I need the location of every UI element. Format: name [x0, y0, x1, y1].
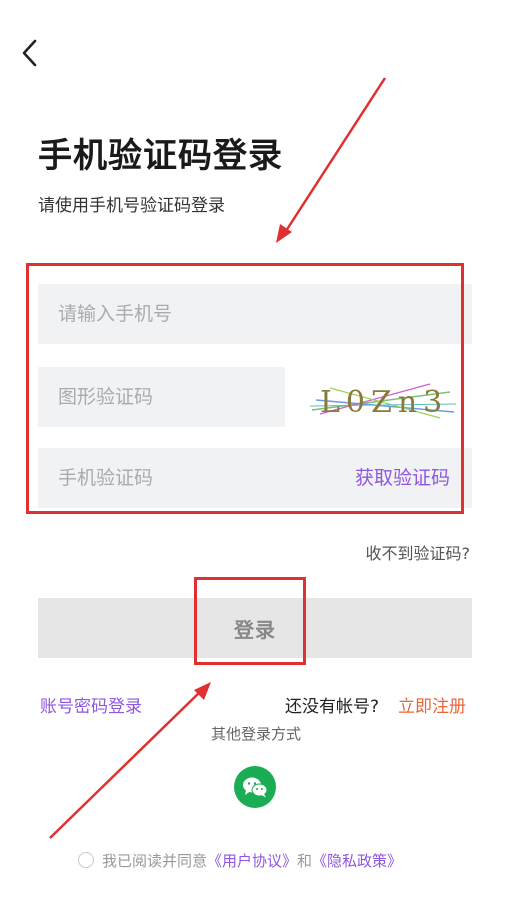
agreement-and-text: 和: [297, 851, 313, 870]
privacy-policy-link[interactable]: 《隐私政策》: [312, 850, 402, 871]
no-account-text: 还没有帐号?: [285, 697, 380, 717]
register-link[interactable]: 立即注册: [398, 692, 466, 717]
captcha-text: L0Zn3: [320, 385, 448, 420]
agreement-row: 我已阅读并同意 《用户协议》 和 《隐私政策》: [78, 849, 402, 871]
login-button-label: 登录: [234, 617, 276, 642]
agreement-radio[interactable]: [78, 852, 94, 868]
password-login-link[interactable]: 账号密码登录: [40, 692, 142, 717]
sms-code-input[interactable]: [38, 448, 338, 508]
page-subtitle: 请使用手机号验证码登录: [38, 196, 225, 216]
phone-input[interactable]: [38, 284, 472, 344]
captcha-image[interactable]: L0Zn3: [309, 370, 457, 426]
wechat-icon: [243, 777, 268, 798]
get-code-button[interactable]: 获取验证码: [355, 448, 450, 508]
agreement-text: 我已阅读并同意: [102, 851, 208, 870]
no-code-link[interactable]: 收不到验证码?: [366, 540, 471, 564]
wechat-login-button[interactable]: [234, 766, 276, 808]
page-title: 手机验证码登录: [38, 136, 283, 176]
chevron-left-icon: [22, 39, 37, 67]
annotation-arrow-top: [276, 77, 387, 243]
login-button[interactable]: 登录: [38, 598, 472, 658]
other-login-methods-label: 其他登录方式: [210, 725, 301, 743]
user-agreement-link[interactable]: 《用户协议》: [207, 850, 297, 871]
back-button[interactable]: [14, 36, 44, 70]
captcha-input[interactable]: [38, 367, 285, 427]
sms-code-row: 获取验证码: [38, 448, 472, 508]
